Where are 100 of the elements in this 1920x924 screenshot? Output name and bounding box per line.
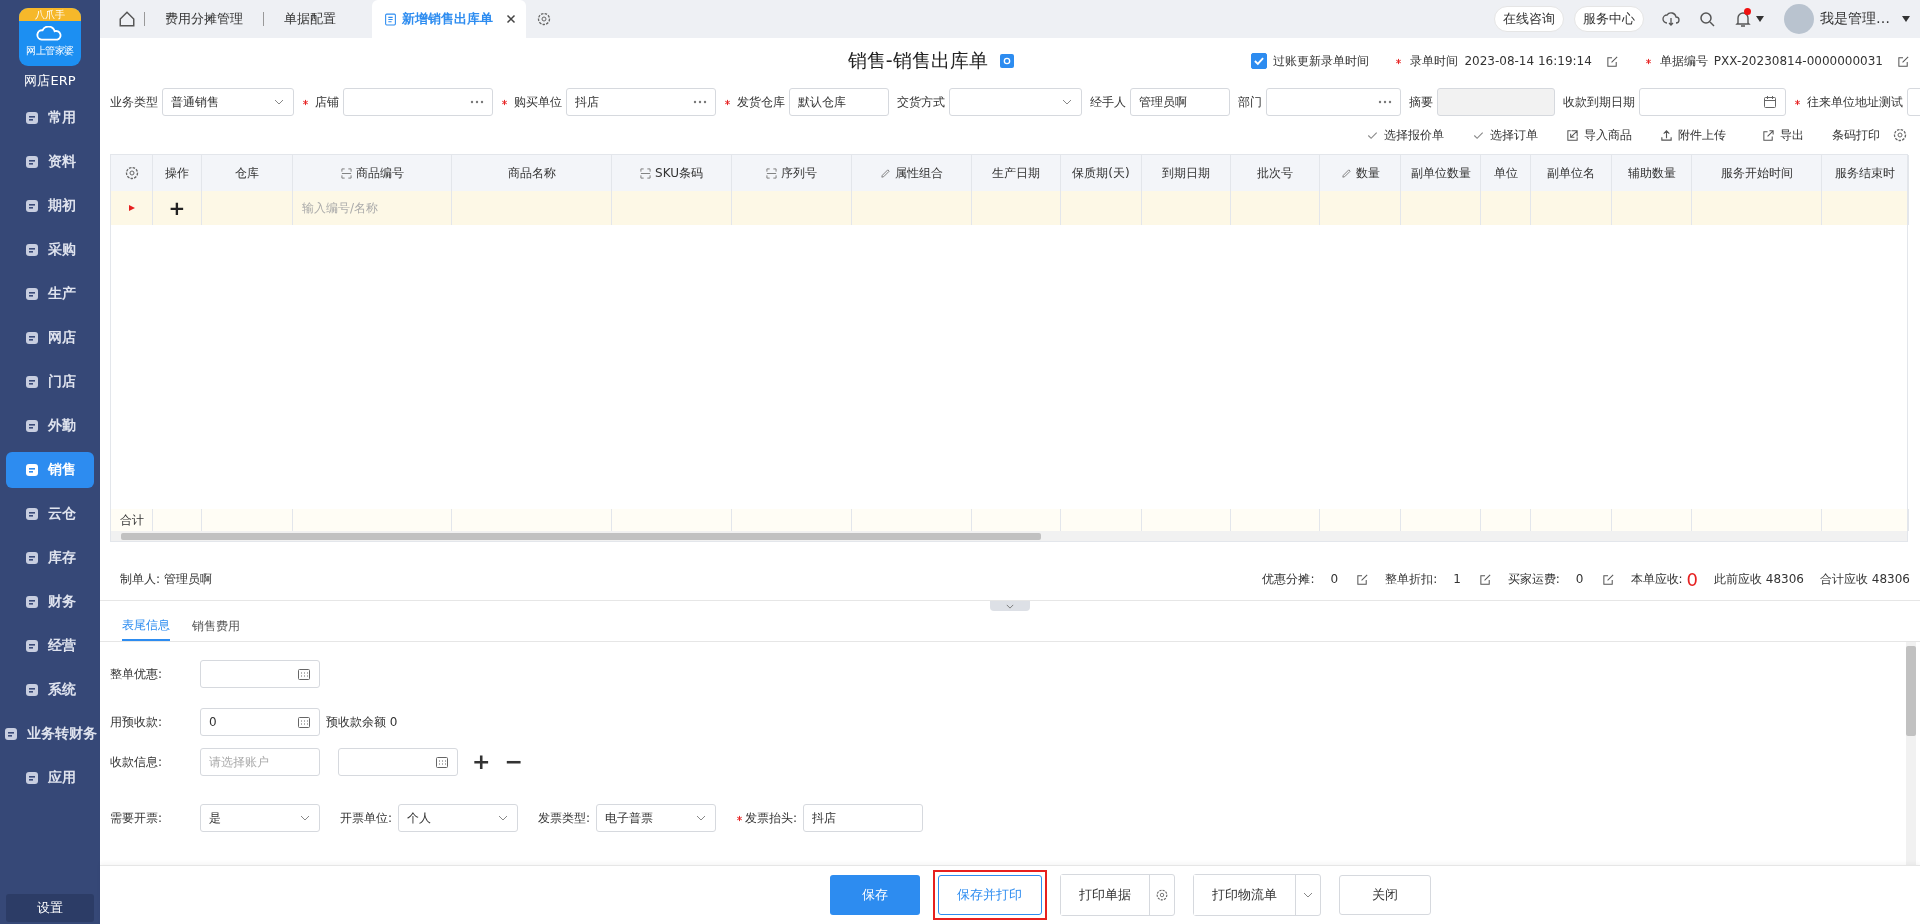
more-icon[interactable] [1378, 100, 1392, 104]
collapse-handle[interactable] [990, 601, 1030, 611]
input-field[interactable] [1639, 88, 1786, 116]
calculator-icon[interactable] [435, 755, 449, 769]
header-button[interactable]: 在线咨询 [1494, 6, 1564, 32]
sidebar-item[interactable]: 网店 [6, 320, 94, 356]
input-field[interactable]: 普通销售 [162, 88, 294, 116]
add-button[interactable]: + [472, 752, 491, 772]
add-row-button[interactable]: + [168, 198, 186, 218]
sidebar-item[interactable]: 经营 [6, 628, 94, 664]
input-field[interactable] [338, 748, 458, 776]
sidebar-item[interactable]: 云仓 [6, 496, 94, 532]
user-name[interactable]: 我是管理… [1820, 10, 1890, 28]
edit-icon[interactable] [1356, 572, 1370, 586]
page-tab[interactable]: 费用分摊管理 [147, 0, 261, 38]
caret-icon[interactable] [1902, 16, 1910, 22]
toolbar-button[interactable]: 选择报价单 [1366, 126, 1444, 144]
menu-icon [24, 638, 40, 654]
sidebar-item[interactable]: 系统 [6, 672, 94, 708]
input-field[interactable] [1437, 88, 1555, 116]
sidebar-item[interactable]: 外勤 [6, 408, 94, 444]
upload-icon [1660, 128, 1673, 142]
sidebar-item[interactable]: 门店 [6, 364, 94, 400]
bell-icon[interactable] [1734, 10, 1752, 28]
close-button[interactable]: 关闭 [1338, 875, 1431, 915]
column-header: 操作 [165, 164, 189, 182]
input-field[interactable]: 抖店 [803, 804, 924, 832]
checkbox[interactable] [1251, 53, 1268, 69]
sidebar-item[interactable]: 库存 [6, 540, 94, 576]
scrollbar-thumb[interactable] [1906, 646, 1916, 736]
field-label: 发票抬头: [745, 809, 798, 827]
calculator-icon[interactable] [297, 715, 311, 729]
field-label: 开票单位: [340, 809, 393, 827]
input-field[interactable]: 是 [200, 804, 320, 832]
input-field[interactable] [949, 88, 1082, 116]
column-header: 副单位名 [1547, 164, 1595, 182]
settings-icon[interactable] [999, 54, 1014, 68]
calculator-icon[interactable] [297, 667, 311, 681]
input-field[interactable]: 抖店 [566, 88, 716, 116]
input-field[interactable] [343, 88, 493, 116]
input-field[interactable]: 管理员啊 [1130, 88, 1230, 116]
close-icon[interactable] [506, 14, 516, 24]
document-icon [384, 12, 397, 26]
toolbar-button[interactable]: 导入商品 [1566, 126, 1632, 144]
menu-icon [24, 242, 40, 258]
pencil-icon [1340, 167, 1352, 179]
menu-icon [24, 110, 40, 126]
more-icon[interactable] [470, 100, 484, 104]
section-tab[interactable]: 表尾信息 [122, 611, 170, 641]
sidebar-item[interactable]: 常用 [6, 100, 94, 136]
column-header: 到期日期 [1162, 164, 1210, 182]
toolbar-button[interactable]: 附件上传 [1660, 126, 1726, 144]
search-icon[interactable] [1698, 10, 1716, 28]
sidebar-item[interactable]: 资料 [6, 144, 94, 180]
toolbar-button[interactable]: 条码打印 [1832, 126, 1880, 144]
input-field[interactable]: 默认仓库 [789, 88, 889, 116]
field-label: 交货方式 [897, 93, 945, 111]
toolbar-button[interactable]: 选择订单 [1472, 126, 1538, 144]
input-field[interactable]: 电子普票 [596, 804, 717, 832]
menu-icon [24, 594, 40, 610]
toolbar-button[interactable]: 导出 [1762, 126, 1804, 144]
scrollbar-thumb[interactable] [121, 532, 1041, 540]
column-header: 商品名称 [507, 164, 556, 182]
menu-icon [24, 770, 40, 786]
sidebar-item[interactable]: 应用 [6, 760, 94, 796]
summary-value: 0 [1330, 572, 1339, 586]
calendar-icon[interactable] [1763, 95, 1777, 109]
cloud-download-icon[interactable] [1662, 10, 1680, 28]
caret-icon[interactable] [1756, 16, 1764, 22]
sidebar-item[interactable]: 财务 [6, 584, 94, 620]
header-button[interactable]: 服务中心 [1574, 6, 1644, 32]
sidebar-item[interactable]: 期初 [6, 188, 94, 224]
logo-badge: 八爪手 [19, 8, 81, 21]
input-field[interactable]: 个人 [398, 804, 519, 832]
sidebar-item[interactable]: 生产 [6, 276, 94, 312]
product-input[interactable]: 输入编号/名称 [300, 200, 444, 216]
print-button[interactable]: 打印单据 [1060, 875, 1150, 915]
input-field[interactable] [200, 660, 320, 688]
settings-icon[interactable] [123, 165, 140, 181]
input-field[interactable] [1266, 88, 1401, 116]
page-tab[interactable]: 单据配置 [266, 0, 354, 38]
settings-icon[interactable] [536, 11, 552, 27]
edit-icon[interactable] [1601, 572, 1615, 586]
receivable-amount: 0 [1686, 568, 1698, 590]
remove-button[interactable]: − [504, 752, 523, 772]
summary-label: 本单应收: [1630, 570, 1683, 588]
edit-icon[interactable] [1897, 54, 1910, 68]
account-field[interactable]: 请选择账户 [200, 748, 320, 776]
print-shipping-button[interactable]: 打印物流单 [1193, 875, 1296, 915]
save-and-print-button[interactable]: 保存并打印 [937, 875, 1042, 915]
edit-icon[interactable] [1478, 572, 1492, 586]
section-tab[interactable]: 销售费用 [192, 611, 240, 641]
settings-button[interactable]: 设置 [6, 894, 94, 922]
sidebar-item[interactable]: 采购 [6, 232, 94, 268]
settings-icon[interactable] [1892, 127, 1908, 143]
more-icon[interactable] [693, 100, 707, 104]
field-label: 部门 [1238, 93, 1262, 111]
home-icon[interactable] [118, 10, 136, 28]
edit-icon[interactable] [1605, 54, 1619, 68]
input-field[interactable]: 0 [200, 708, 320, 736]
